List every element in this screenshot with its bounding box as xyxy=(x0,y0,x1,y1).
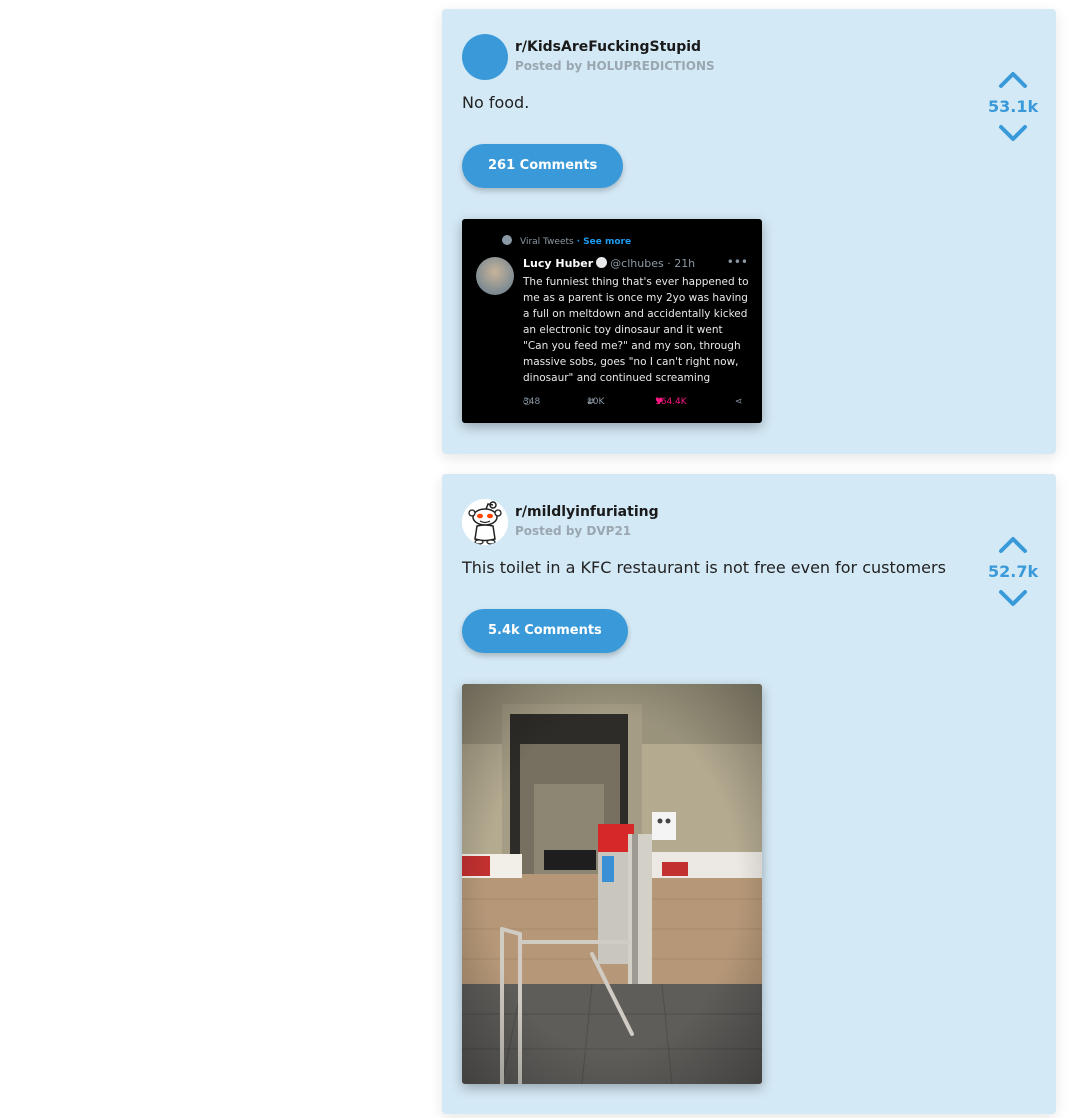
comments-button[interactable]: 261 Comments xyxy=(462,144,624,188)
post-image-tweet[interactable]: Viral Tweets · See more Lucy Huber @clhub… xyxy=(462,219,762,423)
vote-widget: 53.1k xyxy=(988,69,1038,144)
tweet-author-name: Lucy Huber xyxy=(523,257,594,270)
tweet-context-label: Viral Tweets xyxy=(520,237,574,247)
topic-icon xyxy=(502,235,512,245)
tweet-author-avatar xyxy=(476,257,514,295)
see-more-link: · See more xyxy=(576,237,632,247)
share-icon: ⋖ xyxy=(735,397,743,407)
post-card: r/KidsAreFuckingStupid Posted by HOLUPRE… xyxy=(442,9,1056,454)
like-count: 164.4K xyxy=(655,397,687,407)
more-options-icon: ••• xyxy=(726,255,748,269)
tweet-author: Lucy Huber @clhubes · 21h xyxy=(523,257,695,270)
post-title[interactable]: No food. xyxy=(462,93,529,112)
snoo-icon xyxy=(462,499,508,545)
post-card: r/mildlyinfuriating Posted by DVP21 This… xyxy=(442,474,1056,1114)
post-title[interactable]: This toilet in a KFC restaurant is not f… xyxy=(462,558,946,577)
tweet-context: Viral Tweets · See more xyxy=(502,235,631,247)
retweet-count: 10K xyxy=(587,397,605,407)
vote-score: 53.1k xyxy=(988,97,1039,116)
posted-by: Posted by DVP21 xyxy=(515,524,632,538)
upvote-icon[interactable] xyxy=(996,69,1030,91)
vote-widget: 52.7k xyxy=(988,534,1038,609)
comments-button[interactable]: 5.4k Comments xyxy=(462,609,628,653)
tweet-text: The funniest thing that's ever happened … xyxy=(523,276,749,384)
verified-icon xyxy=(596,257,608,268)
subreddit-name[interactable]: r/mildlyinfuriating xyxy=(515,504,659,520)
post-image-photo[interactable] xyxy=(462,684,762,1084)
upvote-icon[interactable] xyxy=(996,534,1030,556)
downvote-icon[interactable] xyxy=(996,587,1030,609)
downvote-icon[interactable] xyxy=(996,122,1030,144)
subreddit-name[interactable]: r/KidsAreFuckingStupid xyxy=(515,39,701,55)
vote-score: 52.7k xyxy=(988,562,1039,581)
reply-count: 348 xyxy=(523,397,541,407)
subreddit-avatar[interactable] xyxy=(462,499,508,545)
restroom-turnstile-photo xyxy=(462,684,762,1084)
subreddit-avatar[interactable] xyxy=(462,34,508,80)
posted-by: Posted by HOLUPREDICTIONS xyxy=(515,59,715,73)
tweet-handle: @clhubes · 21h xyxy=(610,257,696,270)
